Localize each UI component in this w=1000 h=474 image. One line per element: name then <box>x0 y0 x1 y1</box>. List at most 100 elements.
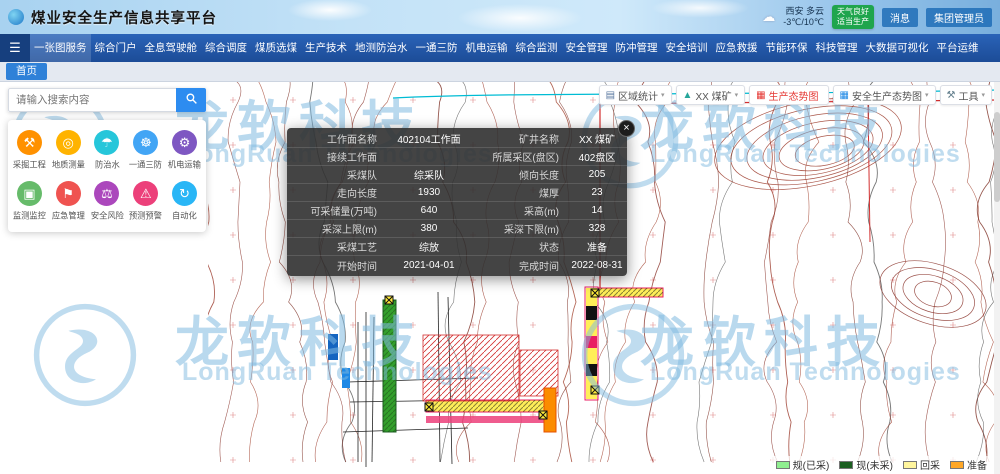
dialog-label: 所属采区(盘区) <box>473 149 567 164</box>
region-statistics-button[interactable]: ▤ 区域统计 ▾ <box>599 85 672 105</box>
nav-item-portal[interactable]: 综合门户 <box>91 34 141 62</box>
production-map-button[interactable]: ▦ 生产态势图 <box>749 85 828 105</box>
nav-item-bigdata[interactable]: 大数据可视化 <box>862 34 933 62</box>
menu-icon[interactable]: ☰ <box>0 34 30 62</box>
legend-swatch <box>776 461 790 469</box>
safety-production-map-button[interactable]: ▦ 安全生产态势图 ▾ <box>833 85 936 105</box>
dialog-value: 328 <box>567 223 627 234</box>
safety-map-icon: ▦ <box>840 90 849 101</box>
nav-item-cockpit[interactable]: 全息驾驶舱 <box>141 34 202 62</box>
automation-icon: ↻ <box>172 181 197 206</box>
search-input[interactable] <box>8 88 176 112</box>
dialog-value: 380 <box>385 223 473 234</box>
search-icon <box>185 92 198 108</box>
nav-item-monitoring[interactable]: 综合监测 <box>512 34 562 62</box>
app-electromechanical-transport[interactable]: ⚙ 机电运输 <box>165 130 204 171</box>
app-automation[interactable]: ↻ 自动化 <box>165 181 204 222</box>
app-header: 煤业安全生产信息共享平台 ☁ 西安 多云 -3℃/10℃ 天气良好 适当生产 消… <box>0 0 1000 34</box>
dialog-label: 煤厚 <box>473 185 567 200</box>
dialog-label: 倾向长度 <box>473 167 567 182</box>
map-toolbar: ▤ 区域统计 ▾ ▲ XX 煤矿 ▾ ▦ 生产态势图 ▦ 安全生产态势图 ▾ ⚒… <box>599 85 992 105</box>
app-prediction-warning[interactable]: ⚠ 预测预警 <box>126 181 165 222</box>
dialog-value: XX 煤矿 <box>567 131 627 146</box>
nav-item-dispatch[interactable]: 综合调度 <box>201 34 251 62</box>
admin-user-button[interactable]: 集团管理员 <box>926 8 992 27</box>
legend-swatch <box>950 461 964 469</box>
app-geology-survey[interactable]: ◎ 地质测量 <box>49 130 88 171</box>
dialog-label: 矿井名称 <box>473 131 567 146</box>
chevron-down-icon: ▾ <box>661 91 665 99</box>
app-launcher-panel: ⚒ 采掘工程 ◎ 地质测量 ☂ 防治水 ☸ 一通三防 ⚙ 机电运输 ▣ 监测监控 <box>8 120 206 232</box>
dialog-value: 2022-08-31 <box>567 260 627 271</box>
dialog-row: 工作面名称 402104工作面 矿井名称 XX 煤矿 <box>287 130 627 148</box>
cloud-icon: ☁ <box>762 9 775 25</box>
left-panel: ⚒ 采掘工程 ◎ 地质测量 ☂ 防治水 ☸ 一通三防 ⚙ 机电运输 ▣ 监测监控 <box>8 88 206 232</box>
tools-icon: ⚒ <box>947 90 956 101</box>
nav-item-training[interactable]: 安全培训 <box>662 34 712 62</box>
dialog-value: 综采队 <box>385 167 473 182</box>
main-content: 龙软科技 LongRuan Technologies 龙软科技 LongRuan… <box>0 82 1000 474</box>
app-ventilation[interactable]: ☸ 一通三防 <box>126 130 165 171</box>
nav-item-ventilation[interactable]: 一通三防 <box>412 34 462 62</box>
nav-item-electromechanical[interactable]: 机电运输 <box>462 34 512 62</box>
nav-item-safety[interactable]: 安全管理 <box>562 34 612 62</box>
nav-item-geology-water[interactable]: 地测防治水 <box>351 34 412 62</box>
nav-item-rockburst[interactable]: 防冲管理 <box>612 34 662 62</box>
search-button[interactable] <box>176 88 206 112</box>
dialog-label: 状态 <box>473 239 567 254</box>
nav-item-coal-quality[interactable]: 煤质选煤 <box>251 34 301 62</box>
legend-item: 准备 <box>950 457 987 472</box>
dialog-label: 接续工作面 <box>287 149 385 164</box>
dialog-value: 23 <box>567 187 627 198</box>
tab-bar: 首页 <box>0 62 1000 82</box>
dialog-row: 接续工作面 所属采区(盘区) 402盘区 <box>287 148 627 166</box>
mining-engineering-icon: ⚒ <box>17 130 42 155</box>
electromechanical-icon: ⚙ <box>172 130 197 155</box>
legend-item: 规(已采) <box>776 457 830 472</box>
legend-swatch <box>839 461 853 469</box>
water-control-icon: ☂ <box>94 130 119 155</box>
dialog-value: 2021-04-01 <box>385 260 473 271</box>
nav-item-energy-saving[interactable]: 节能环保 <box>762 34 812 62</box>
vertical-scrollbar[interactable] <box>994 82 1000 474</box>
map-legend: 规(已采) 现(未采) 回采 准备 <box>771 456 992 473</box>
app-mining-engineering[interactable]: ⚒ 采掘工程 <box>10 130 49 171</box>
scrollbar-thumb[interactable] <box>994 112 1000 202</box>
app-emergency-management[interactable]: ⚑ 应急管理 <box>49 181 88 222</box>
dialog-label: 采煤工艺 <box>287 239 385 254</box>
close-icon[interactable]: × <box>618 120 635 137</box>
tools-button[interactable]: ⚒ 工具 ▾ <box>940 85 992 105</box>
chevron-down-icon: ▾ <box>735 91 739 99</box>
nav-item-emergency[interactable]: 应急救援 <box>712 34 762 62</box>
dialog-row: 开始时间 2021-04-01 完成时间 2022-08-31 <box>287 256 627 274</box>
weather-info: 西安 多云 -3℃/10℃ <box>783 6 824 29</box>
dialog-label: 走向长度 <box>287 185 385 200</box>
nav-item-platform-ops[interactable]: 平台运维 <box>933 34 983 62</box>
dialog-value: 402盘区 <box>567 149 627 164</box>
dragon-logo-watermark <box>30 300 140 410</box>
messages-button[interactable]: 消息 <box>882 8 918 27</box>
legend-item: 回采 <box>903 457 940 472</box>
production-map-icon: ▦ <box>756 90 765 101</box>
dialog-row: 可采储量(万吨) 640 采高(m) 14 <box>287 202 627 220</box>
nav-item-production-tech[interactable]: 生产技术 <box>301 34 351 62</box>
nav-item-map-service[interactable]: 一张图服务 <box>30 34 91 62</box>
legend-swatch <box>903 461 917 469</box>
safety-risk-icon: ⚖ <box>94 181 119 206</box>
dialog-label: 完成时间 <box>473 258 567 273</box>
dialog-value: 14 <box>567 205 627 216</box>
app-monitoring[interactable]: ▣ 监测监控 <box>10 181 49 222</box>
mine-selector-button[interactable]: ▲ XX 煤矿 ▾ <box>676 85 746 105</box>
app-safety-risk[interactable]: ⚖ 安全风险 <box>88 181 127 222</box>
mine-icon: ▲ <box>683 90 693 101</box>
dialog-value: 准备 <box>567 239 627 254</box>
dialog-row: 采深上限(m) 380 采深下限(m) 328 <box>287 220 627 238</box>
app-water-control[interactable]: ☂ 防治水 <box>88 130 127 171</box>
dialog-label: 采深上限(m) <box>287 221 385 236</box>
dialog-value: 640 <box>385 205 473 216</box>
weather-temp: -3℃/10℃ <box>783 17 824 28</box>
nav-item-sci-tech[interactable]: 科技管理 <box>812 34 862 62</box>
dialog-value: 205 <box>567 169 627 180</box>
weather-status-badge: 天气良好 适当生产 <box>832 5 874 29</box>
tab-home[interactable]: 首页 <box>6 63 47 80</box>
